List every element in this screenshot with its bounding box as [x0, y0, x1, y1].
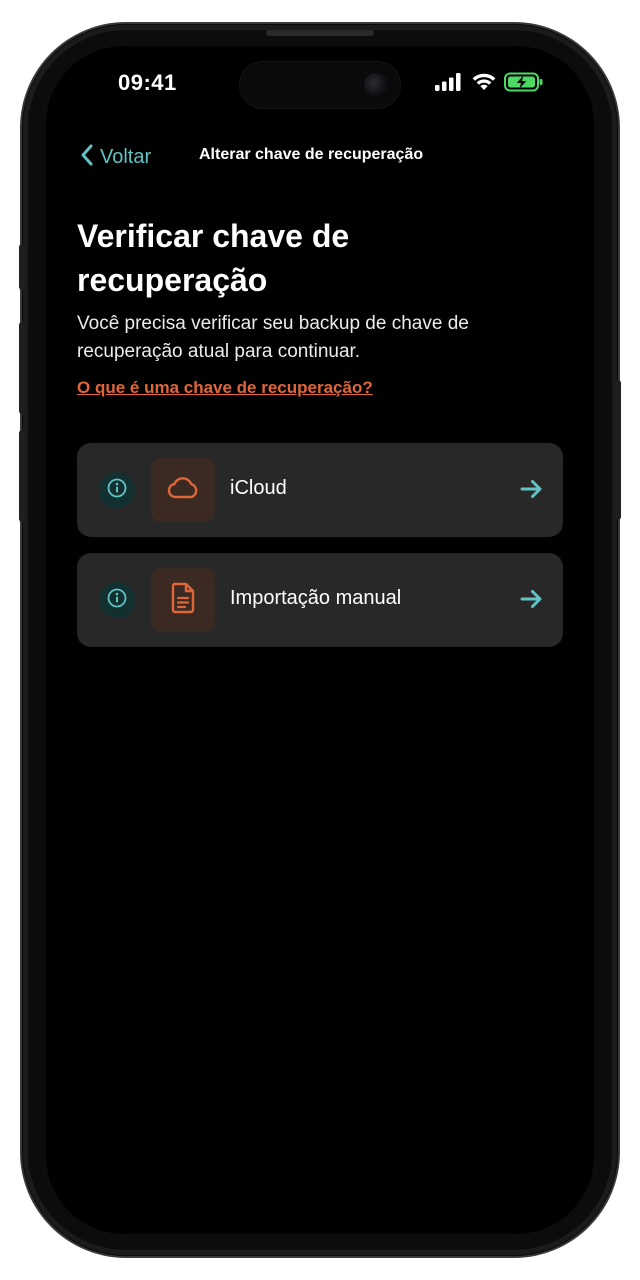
chevron-left-icon	[80, 144, 94, 170]
page-description: Você precisa verificar seu backup de cha…	[77, 313, 469, 362]
arrow-right-icon	[519, 587, 545, 615]
nav-title: Alterar chave de recuperação	[199, 146, 424, 163]
info-button[interactable]	[99, 582, 135, 618]
info-icon	[106, 477, 128, 503]
document-icon	[170, 582, 196, 618]
option-icloud[interactable]: iCloud	[77, 443, 563, 537]
silent-switch	[19, 244, 25, 290]
volume-up-button	[19, 322, 25, 414]
option-label: Importação manual	[230, 587, 402, 609]
info-button[interactable]	[99, 472, 135, 508]
camera-lens	[364, 73, 388, 97]
arrow-right-icon	[519, 477, 545, 505]
wifi-icon	[471, 72, 497, 96]
cellular-signal-icon	[434, 72, 462, 96]
navigation-bar: Voltar Alterar chave de recuperação	[46, 142, 594, 176]
back-label: Voltar	[100, 145, 152, 168]
back-button[interactable]: Voltar	[80, 144, 151, 170]
recovery-key-help-link[interactable]: O que é uma chave de recuperação?	[77, 378, 373, 398]
screen: 09:41 Voltar Alterar chave de recuperaçã…	[46, 46, 594, 1234]
icloud-icon-tile	[151, 458, 215, 522]
page-title: Verificar chave de recuperação	[77, 218, 350, 298]
earpiece-speaker	[266, 30, 374, 36]
dynamic-island	[240, 62, 400, 108]
option-manual-import[interactable]: Importação manual	[77, 553, 563, 647]
battery-charging-icon	[504, 72, 544, 96]
option-label: iCloud	[230, 477, 287, 499]
volume-down-button	[19, 430, 25, 522]
power-button	[615, 380, 621, 520]
manual-import-icon-tile	[151, 568, 215, 632]
cloud-icon	[166, 475, 200, 505]
status-icons	[434, 72, 544, 96]
info-icon	[106, 587, 128, 613]
status-time: 09:41	[118, 70, 177, 95]
